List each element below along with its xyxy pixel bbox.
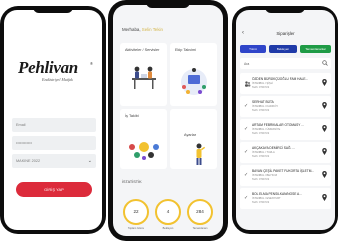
- phone-list: ‹ Siparişler Tümü Bekleyen Tamamlananlar…: [232, 6, 338, 234]
- brand-logo: Pehlivan: [18, 58, 78, 77]
- search-icon: [322, 60, 328, 66]
- list-item-date: Tarih: 07/07/22: [252, 201, 270, 204]
- people-icon: [245, 81, 251, 87]
- email-field[interactable]: Email: [12, 118, 96, 132]
- chevron-down-icon: ⌄: [87, 158, 92, 164]
- list-item-date: Tarih: 07/07/22: [252, 132, 270, 135]
- stat-total-value: 22: [133, 209, 139, 214]
- stat-pending-value: 4: [166, 209, 170, 214]
- location-pin-icon[interactable]: [322, 194, 327, 201]
- machine-select-value: MAKINE 2022: [16, 159, 41, 163]
- list-item-location: İSTANBUL / BEYKOZ: [252, 174, 278, 177]
- list-item-location: İSTANBUL / KADIKÖY: [252, 105, 279, 108]
- phone-notch: [146, 0, 190, 8]
- email-placeholder: Email: [16, 123, 26, 127]
- person-illustration-icon: [196, 143, 206, 165]
- card-settings[interactable]: Ayarlar: [170, 109, 217, 169]
- list-item-title: SERHAT BÜTA: [252, 100, 274, 104]
- list-item-location: İSTANBUL / TUZLA: [252, 151, 275, 154]
- list-item-title: ÖZDEN BÜRÜKÇÜOĞLU FAM HALE...: [252, 77, 309, 81]
- card-settings-title: Ayarlar: [184, 133, 196, 137]
- list-item[interactable]: ✓ AKÇAKAYA DEMİRCİ SAĞ. ... İSTANBUL / T…: [240, 142, 331, 163]
- stat-pending-label: Bekleyen: [162, 227, 174, 230]
- check-icon: ✓: [244, 172, 249, 178]
- list-item-location: İSTANBUL / ESENYURT: [252, 197, 281, 200]
- greeting-name: Selin Tekin: [141, 27, 163, 32]
- stat-completed-ring: 284: [187, 199, 213, 225]
- phone-notch: [265, 6, 305, 13]
- list-item-location: İSTANBUL / ÜMRANİYE: [252, 128, 281, 131]
- list-item-title: ARTAM FEBRIKALAR OTOMASY ...: [252, 123, 304, 127]
- location-pin-icon[interactable]: [322, 102, 327, 109]
- meeting-illustration-icon: [132, 66, 156, 89]
- list-item-title: BOL ELMA PENSILKAN/NOSE A...: [252, 192, 302, 196]
- list-screen: ‹ Siparişler Tümü Bekleyen Tamamlananlar…: [236, 10, 335, 230]
- login-button[interactable]: GİRİŞ YAP: [16, 182, 92, 197]
- list-title: Siparişler: [276, 31, 295, 36]
- stats-title: İSTATİSTİK: [122, 180, 142, 184]
- team-illustration-icon: [181, 68, 207, 95]
- card-job-tracking-title: İş Takibi: [125, 114, 139, 118]
- stat-total-label: Toplam Görev: [127, 227, 145, 230]
- phone-notch: [33, 6, 73, 13]
- dashboard-screen: Merhaba, Selin Tekin Aktiviteler / Servi…: [113, 5, 223, 236]
- list-item-date: Tarih: 07/07/22: [252, 86, 270, 89]
- search-input[interactable]: Ara: [240, 58, 331, 69]
- location-pin-icon[interactable]: [322, 171, 327, 178]
- tab-pending[interactable]: Bekleyen: [269, 45, 297, 53]
- check-icon: ✓: [244, 195, 249, 201]
- check-icon: ✓: [244, 103, 249, 109]
- list-item[interactable]: ✓ BAYAN ÇEŞİL PAKET FUKORTA İŞLETM... İS…: [240, 165, 331, 186]
- greeting-prefix: Merhaba,: [122, 27, 141, 32]
- card-job-tracking[interactable]: İş Takibi: [120, 109, 167, 169]
- list-item-title: AKÇAKAYA DEMİRCİ SAĞ. ...: [252, 146, 295, 150]
- card-activities-title: Aktiviteler / Servisler: [125, 48, 160, 52]
- location-pin-icon[interactable]: [322, 79, 327, 86]
- login-screen: Pehlivan ® Endüstriyel Mutfak Email ••••…: [4, 10, 102, 230]
- list-item-date: Tarih: 07/07/22: [252, 178, 270, 181]
- stat-completed-label: Tamamlanan: [192, 227, 208, 230]
- card-activities[interactable]: Aktiviteler / Servisler: [120, 43, 167, 106]
- stat-pending-ring: 4: [155, 199, 181, 225]
- list-item-location: İSTANBUL / ŞİŞLİ: [252, 82, 273, 85]
- location-pin-icon[interactable]: [322, 148, 327, 155]
- phone-login: Pehlivan ® Endüstriyel Mutfak Email ••••…: [0, 6, 106, 234]
- list-item[interactable]: ✓ SERHAT BÜTA İSTANBUL / KADIKÖY Tarih: …: [240, 96, 331, 117]
- list-item[interactable]: ÖZDEN BÜRÜKÇÜOĞLU FAM HALE... İSTANBUL /…: [240, 73, 331, 94]
- password-mask: ••••••••••••: [16, 141, 32, 145]
- check-icon: ✓: [244, 126, 249, 132]
- list-item-title: BAYAN ÇEŞİL PAKET FUKORTA İŞLETM...: [252, 169, 315, 173]
- list-item-date: Tarih: 07/07/22: [252, 155, 270, 158]
- greeting: Merhaba, Selin Tekin: [122, 27, 163, 32]
- brand-subtitle: Endüstriyel Mutfak: [42, 77, 73, 82]
- phone-dashboard: Merhaba, Selin Tekin Aktiviteler / Servi…: [108, 0, 228, 241]
- card-team-calendar[interactable]: Ekip Takvimi: [170, 43, 217, 106]
- list-item-date: Tarih: 07/07/22: [252, 109, 270, 112]
- list-item[interactable]: ✓ ARTAM FEBRIKALAR OTOMASY ... İSTANBUL …: [240, 119, 331, 140]
- stat-total-ring: 22: [123, 199, 149, 225]
- tab-all[interactable]: Tümü: [240, 45, 266, 53]
- brand-logo-mark: ®: [90, 61, 93, 66]
- password-field[interactable]: ••••••••••••: [12, 136, 96, 150]
- check-icon: ✓: [244, 149, 249, 155]
- tab-completed[interactable]: Tamamlananlar: [300, 45, 331, 53]
- group-illustration-icon: [129, 142, 159, 160]
- search-placeholder: Ara: [244, 61, 250, 66]
- stat-completed-value: 284: [196, 209, 204, 214]
- machine-select[interactable]: MAKINE 2022 ⌄: [12, 154, 96, 168]
- location-pin-icon[interactable]: [322, 125, 327, 132]
- list-item[interactable]: ✓ BOL ELMA PENSILKAN/NOSE A... İSTANBUL …: [240, 188, 331, 209]
- card-team-calendar-title: Ekip Takvimi: [175, 48, 197, 52]
